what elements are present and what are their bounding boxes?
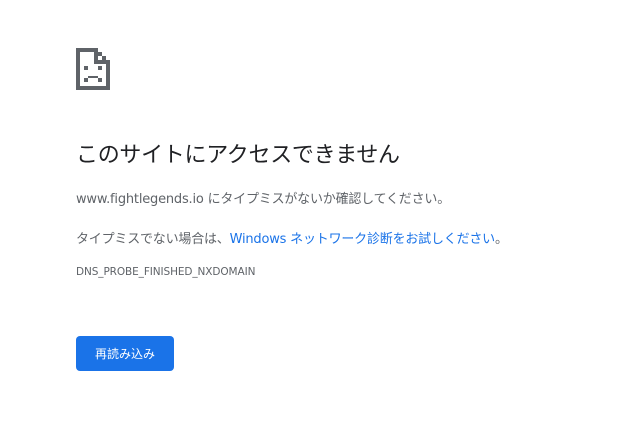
error-message: www.fightlegends.io にタイプミスがないか確認してください。	[76, 188, 450, 207]
network-diagnostics-link[interactable]: Windows ネットワーク診断をお試しください	[230, 232, 496, 247]
error-page: このサイトにアクセスできません www.fightlegends.io にタイプ…	[76, 0, 616, 438]
suggestion-suffix: 。	[494, 232, 508, 247]
suggestion-text: タイプミスでない場合は、Windows ネットワーク診断をお試しください。	[76, 228, 508, 247]
message-suffix: にタイプミスがないか確認してください。	[203, 192, 451, 207]
page-title: このサイトにアクセスできません	[76, 143, 400, 168]
suggestion-prefix: タイプミスでない場合は、	[76, 232, 230, 247]
sad-page-icon	[76, 48, 110, 90]
error-code: DNS_PROBE_FINISHED_NXDOMAIN	[76, 266, 256, 278]
reload-button[interactable]: 再読み込み	[76, 336, 174, 371]
domain-name: www.fightlegends.io	[76, 192, 204, 207]
